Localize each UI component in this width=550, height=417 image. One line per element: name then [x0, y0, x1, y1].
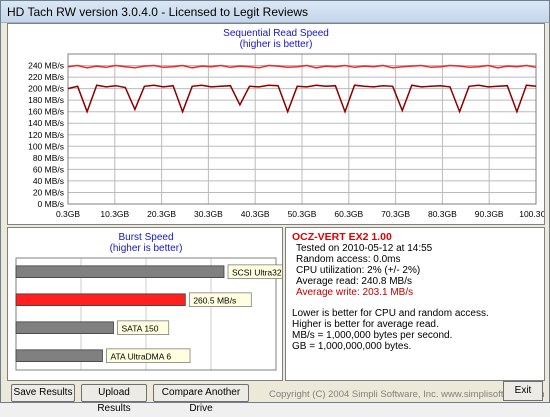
burst-speed-panel: Burst Speed (higher is better) SCSI Ultr… — [7, 227, 283, 381]
y-tick-label: 160 MB/s — [28, 107, 64, 117]
note-higher-better: Higher is better for average read. — [292, 319, 439, 330]
burst-bar — [15, 321, 114, 334]
sequential-read-panel: Sequential Read Speed (higher is better) 0… — [7, 23, 550, 225]
note-lower-better: Lower is better for CPU and random acces… — [292, 308, 489, 319]
save-results-button[interactable]: Save Results — [11, 384, 75, 402]
drive-name: OCZ-VERT EX2 1.00 — [292, 231, 392, 243]
random-access: Random access: 0.0ms — [296, 254, 401, 265]
y-tick-label: 0 MB/s — [38, 199, 64, 209]
sequential-read-chart: Sequential Read Speed(higher is better) 0… — [28, 28, 550, 219]
tested-date: Tested on 2010-05-12 at 14:55 — [296, 243, 433, 254]
burst-bar-label: SCSI Ultra320 — [232, 268, 282, 278]
y-tick-label: 220 MB/s — [28, 72, 64, 82]
note-mbs-definition: MB/s = 1,000,000 bytes per second. — [292, 330, 453, 341]
compare-drive-button[interactable]: Compare Another Drive — [153, 384, 249, 414]
x-tick-label: 0.3GB — [56, 209, 80, 219]
y-tick-label: 60 MB/s — [33, 164, 64, 174]
x-tick-label: 90.3GB — [475, 209, 504, 219]
y-tick-label: 200 MB/s — [28, 84, 64, 94]
x-tick-label: 70.3GB — [381, 209, 410, 219]
x-tick-label: 80.3GB — [428, 209, 457, 219]
title-bar: HD Tach RW version 3.0.4.0 - Licensed to… — [1, 1, 549, 23]
burst-bar-label: SATA 150 — [122, 324, 159, 334]
burst-title: Burst Speed — [118, 232, 174, 243]
x-tick-label: 20.3GB — [147, 209, 176, 219]
y-tick-label: 40 MB/s — [33, 176, 64, 186]
results-info-panel: OCZ-VERT EX2 1.00 Tested on 2010-05-12 a… — [285, 227, 545, 381]
chart-title: Sequential Read Speed — [223, 28, 329, 39]
y-tick-label: 20 MB/s — [33, 187, 64, 197]
x-tick-label: 60.3GB — [334, 209, 363, 219]
y-tick-label: 120 MB/s — [28, 130, 64, 140]
upload-results-button[interactable]: Upload Results — [81, 384, 147, 414]
x-tick-label: 40.3GB — [241, 209, 270, 219]
y-tick-label: 180 MB/s — [28, 95, 64, 105]
burst-bar — [15, 265, 225, 279]
y-tick-label: 240 MB/s — [28, 61, 64, 71]
burst-bar-label: ATA UltraDMA 6 — [110, 352, 171, 362]
chart-subtitle: (higher is better) — [240, 39, 313, 50]
burst-speed-chart: SCSI Ultra320 260.5 MB/s SATA 150 ATA Ultra… — [15, 257, 282, 371]
window-title: HD Tach RW version 3.0.4.0 - Licensed to… — [7, 5, 309, 19]
average-write: Average write: 203.1 MB/s — [296, 287, 414, 298]
y-tick-label: 140 MB/s — [28, 118, 64, 128]
burst-bar — [15, 293, 186, 307]
x-tick-label: 100.3GB — [519, 209, 544, 219]
burst-bar-label: 260.5 MB/s — [193, 296, 236, 306]
y-tick-label: 80 MB/s — [33, 153, 64, 163]
burst-bar — [15, 349, 103, 362]
x-tick-label: 50.3GB — [288, 209, 317, 219]
exit-button[interactable]: Exit — [503, 381, 543, 401]
average-read: Average read: 240.8 MB/s — [296, 276, 412, 287]
x-tick-label: 10.3GB — [100, 209, 129, 219]
app-window: HD Tach RW version 3.0.4.0 - Licensed to… — [0, 0, 550, 414]
note-gb-definition: GB = 1,000,000,000 bytes. — [292, 341, 412, 352]
y-tick-label: 100 MB/s — [28, 141, 64, 151]
x-tick-label: 30.3GB — [194, 209, 223, 219]
cpu-utilization: CPU utilization: 2% (+/- 2%) — [296, 265, 421, 276]
